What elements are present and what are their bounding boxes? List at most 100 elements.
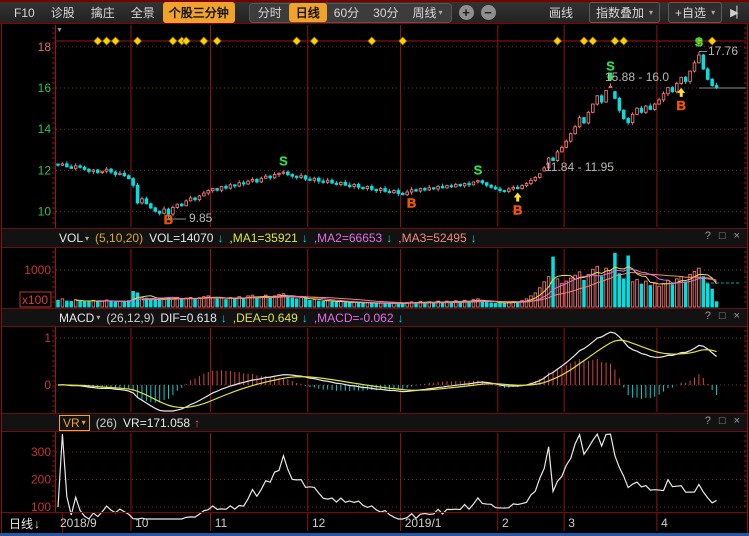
down-arrow-icon: ↓ — [471, 231, 477, 245]
x-axis-month-label: 2019/1 — [405, 516, 442, 530]
macd-indicator-label: MACD — [59, 311, 94, 325]
vol-ma2-value: ,MA2=66653 — [314, 231, 382, 245]
macd-panel-header: MACD ▾ (26,12,9) DIF=0.618 ↓ ,DEA=0.649 … — [2, 308, 747, 327]
close-icon[interactable]: × — [734, 415, 740, 427]
index-overlay-label: 指数叠加 — [596, 4, 644, 21]
draw-line-button[interactable]: 画线 — [541, 3, 581, 22]
axes-grid — [2, 24, 748, 533]
down-arrow-icon: ↓ — [34, 517, 40, 531]
vr-indicator-selector[interactable]: VR ▾ — [59, 415, 90, 431]
svg-text:x100: x100 — [22, 293, 48, 307]
event-diamond-icon — [399, 37, 407, 45]
x-axis-month-label: 11 — [215, 516, 227, 530]
price-annotation: 15.88 - 16.0 — [605, 70, 669, 84]
expand-panel-icon[interactable]: ▶▏ — [730, 6, 743, 19]
nav-diagnose-stock[interactable]: 诊股 — [43, 3, 83, 22]
sell-signal-marker: S — [474, 163, 483, 178]
price-annotation: 17.76 — [708, 44, 738, 58]
down-arrow-icon: ↓ — [386, 231, 392, 245]
x-axis-month-label: 2 — [502, 516, 509, 530]
macd-plot — [58, 332, 717, 411]
stock-chart-app: F10 诊股 擒庄 全景 个股三分钟 分时 日线 60分 30分 周线 ▾ + … — [0, 0, 749, 536]
help-icon[interactable]: ? — [705, 230, 711, 242]
nav-catch-banker[interactable]: 擒庄 — [83, 3, 123, 22]
maximize-icon[interactable]: □ — [719, 230, 726, 242]
event-diamond-icon — [310, 37, 318, 45]
vr-panel-header: VR ▾ (26) VR=171.058 ↑ ? □ × — [2, 413, 747, 432]
vr-params: (26) — [96, 416, 117, 430]
maximize-icon[interactable]: □ — [719, 415, 726, 427]
zoom-out-button[interactable]: − — [481, 5, 496, 20]
event-diamond-icon — [94, 37, 102, 45]
vr-indicator-label: VR — [63, 416, 80, 430]
vol-value: VOL=14070 — [149, 231, 213, 245]
x-axis-bar: 日线 ↓ 2018/91011122019/1234 — [2, 512, 747, 534]
macd-value: ,MACD=-0.062 — [314, 311, 394, 325]
main-chart-dropdown-caret[interactable]: ▼ — [56, 27, 63, 34]
period-30min[interactable]: 30分 — [366, 3, 405, 22]
svg-text:0: 0 — [44, 378, 51, 392]
macd-panel-buttons: ? □ × — [705, 310, 740, 322]
svg-text:1: 1 — [44, 331, 51, 345]
help-icon[interactable]: ? — [705, 310, 711, 322]
vol-indicator-selector[interactable]: VOL ▾ — [59, 231, 89, 245]
event-diamond-icon — [553, 37, 561, 45]
svg-text:18: 18 — [38, 40, 52, 54]
macd-dea-value: ,DEA=0.649 — [233, 311, 298, 325]
event-diamond-icon — [589, 37, 597, 45]
macd-dif-value: DIF=0.618 — [160, 311, 216, 325]
nav-f10[interactable]: F10 — [6, 5, 43, 21]
vol-ma1-value: ,MA1=35921 — [229, 231, 297, 245]
event-diamond-icon — [134, 37, 142, 45]
add-watchlist-button[interactable]: +自选 ▾ — [668, 2, 722, 23]
help-icon[interactable]: ? — [705, 415, 711, 427]
period-intraday[interactable]: 分时 — [251, 3, 289, 22]
svg-text:12: 12 — [38, 163, 52, 177]
macd-params: (26,12,9) — [106, 311, 154, 325]
nav-panorama[interactable]: 全景 — [123, 3, 163, 22]
chevron-down-icon: ▾ — [82, 418, 86, 427]
svg-text:14: 14 — [38, 122, 52, 136]
stock-3min-button[interactable]: 个股三分钟 — [163, 2, 235, 23]
price-annotation: 11.84 - 11.95 — [545, 160, 614, 174]
event-diamond-icon — [293, 37, 301, 45]
period-indicator[interactable]: 日线 ↓ — [2, 513, 63, 534]
x-axis-month-label: 2018/9 — [60, 516, 97, 530]
close-icon[interactable]: × — [734, 310, 740, 322]
chart-canvas[interactable]: 18161412101000x10010300200100BSBSBSBS9.8… — [0, 0, 749, 536]
chevron-down-icon: ▾ — [85, 234, 89, 243]
down-arrow-icon: ↓ — [398, 311, 404, 325]
period-daily[interactable]: 日线 — [289, 3, 327, 22]
period-weekly-dropdown[interactable]: 周线 ▾ — [406, 3, 450, 22]
price-annotations: 9.8511.84 - 11.9515.88 - 16.017.76 — [169, 44, 747, 225]
close-icon[interactable]: × — [734, 230, 740, 242]
vol-indicator-label: VOL — [59, 231, 83, 245]
event-diamond-icon — [103, 37, 111, 45]
macd-indicator-selector[interactable]: MACD ▾ — [59, 311, 100, 325]
period-selector-group: 分时 日线 60分 30分 周线 ▾ — [249, 3, 452, 23]
event-diamond-icon — [368, 37, 376, 45]
top-toolbar: F10 诊股 擒庄 全景 个股三分钟 分时 日线 60分 30分 周线 ▾ + … — [0, 0, 749, 24]
vol-params: (5,10,20) — [95, 231, 143, 245]
period-indicator-label: 日线 — [9, 515, 33, 532]
period-60min[interactable]: 60分 — [327, 3, 366, 22]
x-axis-month-label: 12 — [312, 516, 325, 530]
event-diamond-icon — [580, 37, 588, 45]
svg-text:300: 300 — [31, 445, 51, 459]
trade-signal-markers: BSBSBSBS — [164, 35, 704, 227]
index-overlay-button[interactable]: 指数叠加 ▾ — [589, 2, 660, 23]
svg-text:1000: 1000 — [24, 263, 51, 277]
svg-text:200: 200 — [31, 473, 51, 487]
x-axis-month-label: 3 — [568, 516, 575, 530]
event-diamonds — [94, 37, 716, 45]
vr-value: VR=171.058 — [123, 416, 190, 430]
maximize-icon[interactable]: □ — [719, 310, 726, 322]
event-diamond-icon — [213, 37, 221, 45]
zoom-in-button[interactable]: + — [459, 5, 474, 20]
add-watchlist-label: +自选 — [675, 4, 706, 21]
event-diamond-icon — [611, 37, 619, 45]
sell-signal-marker: S — [279, 153, 288, 168]
chevron-down-icon: ▾ — [711, 8, 715, 17]
buy-signal-marker: B — [513, 202, 522, 217]
buy-signal-marker: B — [677, 98, 686, 113]
